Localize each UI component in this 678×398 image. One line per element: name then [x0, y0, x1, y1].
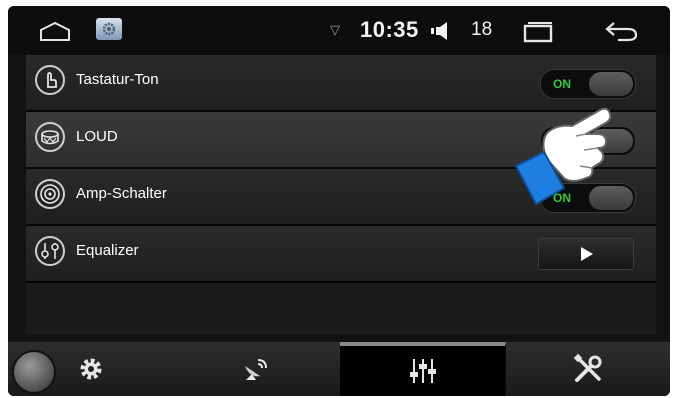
recent-apps-icon[interactable] [522, 21, 556, 48]
equalizer-open-button[interactable] [538, 238, 634, 270]
clock: 10:35 [360, 17, 419, 42]
settings-app-icon[interactable] [96, 18, 122, 40]
volume-icon[interactable] [430, 21, 456, 46]
tab-settings[interactable] [8, 342, 175, 396]
play-arrow-icon [581, 247, 593, 261]
status-bar: ▽ 10:35 18 [8, 6, 670, 54]
gear-icon [80, 358, 102, 380]
head-unit-screen: ▽ 10:35 18 Tastatur-Ton ON LOUD Amp-Scha… [8, 6, 670, 396]
home-outline-icon[interactable] [38, 20, 72, 47]
wifi-icon: ▽ [330, 22, 340, 37]
tastatur-ton-toggle[interactable]: ON [540, 69, 636, 99]
volume-level: 18 [471, 19, 493, 40]
toggle-state: ON [553, 77, 571, 91]
setting-label: LOUD [76, 128, 118, 145]
setting-label: Equalizer [76, 242, 139, 259]
tab-tools[interactable] [506, 342, 670, 396]
tab-equalizer[interactable] [340, 342, 506, 396]
satellite-dish-icon [245, 359, 267, 380]
bottom-navigation [8, 342, 670, 396]
tools-icon [573, 353, 602, 382]
tab-satellite[interactable] [174, 342, 341, 396]
equalizer-knob-icon [34, 235, 66, 267]
back-icon[interactable] [604, 20, 640, 47]
setting-row-equalizer[interactable]: Equalizer [26, 226, 656, 283]
toggle-knob [589, 72, 633, 96]
setting-label: Tastatur-Ton [76, 71, 159, 88]
touch-icon [34, 64, 66, 96]
pointing-hand-icon [514, 107, 612, 206]
drum-icon [34, 121, 66, 153]
speaker-icon [34, 178, 66, 210]
setting-label: Amp-Schalter [76, 185, 167, 202]
sliders-icon [409, 359, 436, 383]
home-orb-icon[interactable] [12, 350, 56, 394]
